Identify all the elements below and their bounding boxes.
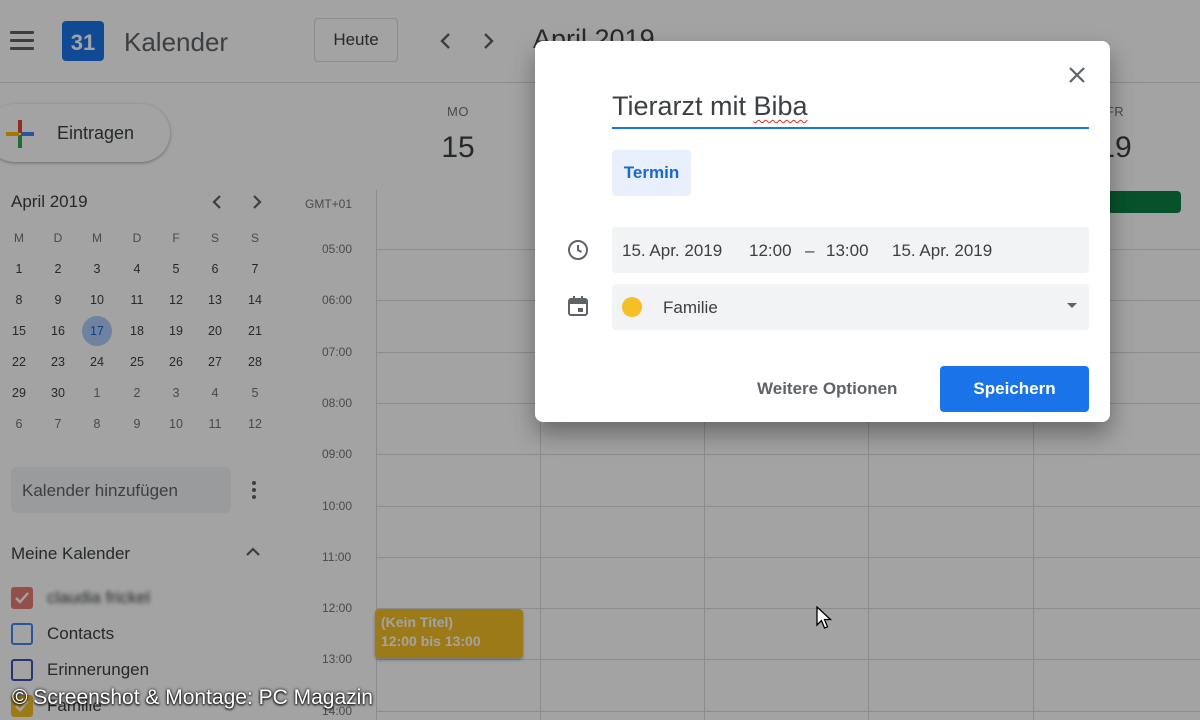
- more-options-button[interactable]: Weitere Optionen: [757, 379, 897, 399]
- start-date[interactable]: 15. Apr. 2019: [622, 241, 722, 261]
- date-time-row[interactable]: 15. Apr. 2019 12:00 – 13:00 15. Apr. 201…: [612, 227, 1089, 273]
- copyright-watermark: © Screenshot & Montage: PC Magazin: [12, 686, 373, 709]
- spellcheck-word: Biba: [753, 91, 808, 121]
- mouse-cursor-icon: [816, 605, 833, 630]
- end-date[interactable]: 15. Apr. 2019: [892, 241, 992, 261]
- event-type-tab[interactable]: Termin: [612, 150, 691, 196]
- calendar-select-value: Familie: [663, 298, 718, 317]
- event-title-input[interactable]: Tierarzt mit Biba: [612, 91, 1089, 129]
- event-title-text: Tierarzt mit: [612, 91, 754, 121]
- end-time[interactable]: 13:00: [826, 241, 869, 261]
- calendar-color-dot: [622, 297, 642, 317]
- clock-icon: [567, 239, 589, 261]
- close-icon[interactable]: [1065, 63, 1089, 87]
- save-button[interactable]: Speichern: [940, 366, 1089, 412]
- time-separator: –: [805, 241, 815, 260]
- dropdown-arrow-icon[interactable]: [1067, 303, 1077, 308]
- calendar-select[interactable]: Familie: [612, 284, 1089, 330]
- calendar-icon: [567, 295, 589, 317]
- quick-event-dialog: Tierarzt mit Biba Termin 15. Apr. 2019 1…: [535, 41, 1110, 422]
- start-time[interactable]: 12:00: [749, 241, 792, 261]
